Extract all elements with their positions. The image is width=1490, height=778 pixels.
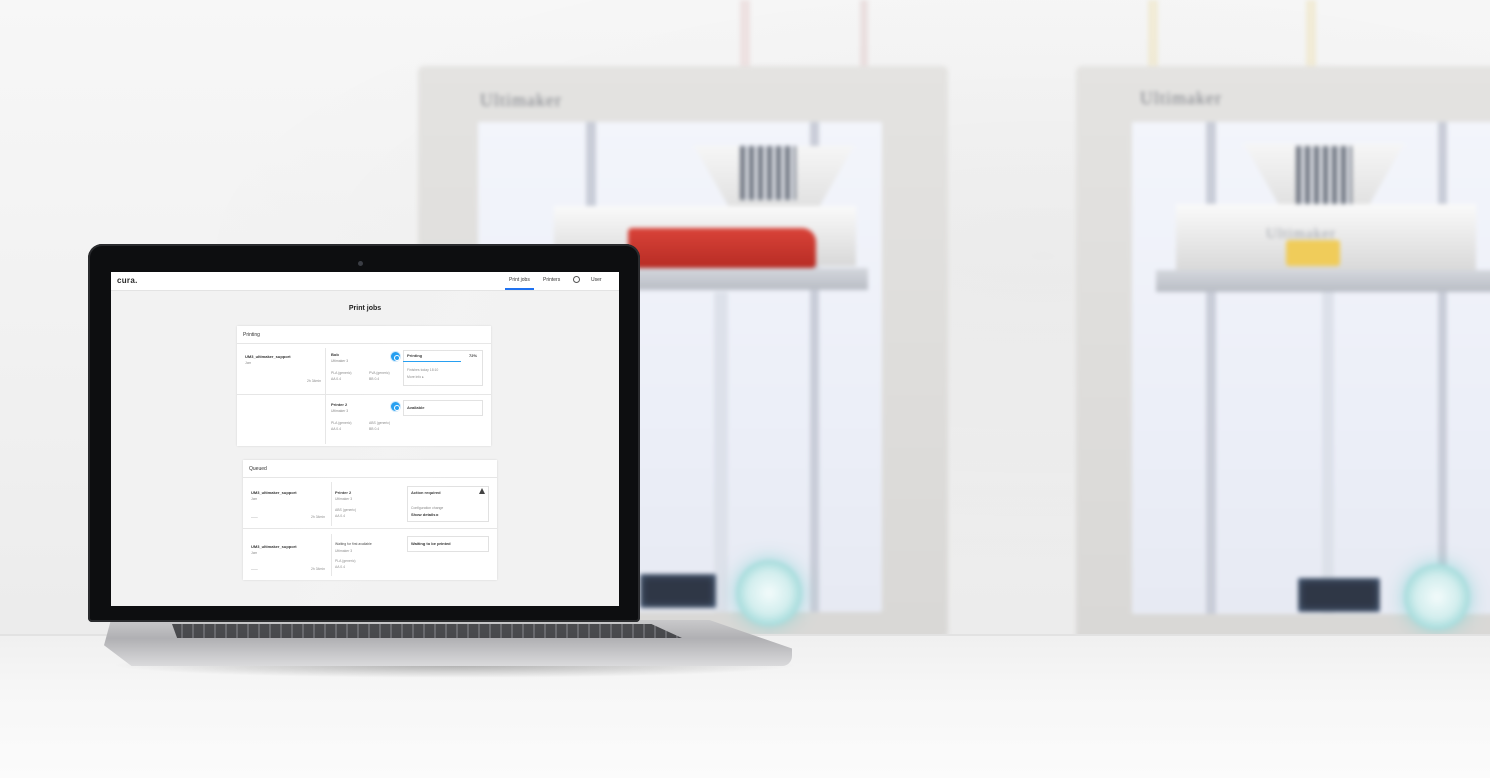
- divider: [331, 534, 332, 576]
- printer-brand-label: Ultimaker: [1140, 88, 1222, 108]
- filament-spool-left: [740, 0, 750, 70]
- core-material: PLA (generic): [335, 559, 356, 563]
- gear-icon[interactable]: [573, 276, 580, 283]
- printer-brand-label: Ultimaker: [480, 90, 562, 110]
- printer-camera-icon[interactable]: [391, 402, 400, 411]
- printing-card: Printing UM3_ultimaker_support Jcm 2h 34…: [237, 326, 491, 446]
- job-owner: Jcm: [251, 551, 258, 555]
- job-name[interactable]: UM3_ultimaker_support: [251, 544, 297, 549]
- filament-spool-right: [1148, 0, 1158, 70]
- progress-bar: [403, 361, 461, 362]
- printer-model: Ultimaker 3: [335, 549, 353, 553]
- job-owner: Jcm: [251, 497, 258, 501]
- printer-rail: [1206, 122, 1216, 614]
- printer-knob: [736, 560, 802, 626]
- queued-header: Queued: [249, 466, 267, 472]
- core-2-value: BB 0.4: [369, 377, 380, 381]
- core-1-material: PLA (generic): [331, 421, 352, 425]
- printer-display: [640, 574, 716, 608]
- job-name[interactable]: UM3_ultimaker_support: [245, 354, 291, 359]
- laptop-keyboard: [172, 624, 682, 638]
- photo-scene: Ultimaker Ultimaker Ultimaker cura. Prin…: [0, 0, 1490, 778]
- status-text: Printing: [407, 353, 423, 358]
- printer-knob: [1404, 564, 1470, 630]
- yellow-printed-object: [1286, 240, 1340, 266]
- printer-rail: [1438, 122, 1447, 614]
- core-1-material: PLA (generic): [331, 371, 352, 375]
- printer-name[interactable]: Printer 2: [335, 490, 351, 495]
- divider: [331, 482, 332, 526]
- tab-print-jobs[interactable]: Print jobs: [505, 277, 534, 290]
- printer-model: Ultimaker 3: [331, 359, 349, 363]
- print-bed: [1156, 270, 1490, 292]
- job-time: 2h 34min: [311, 515, 325, 519]
- warning-icon: [479, 488, 485, 494]
- job-dash: ——: [251, 515, 258, 519]
- divider: [243, 477, 497, 478]
- printer-model: Ultimaker 3: [331, 409, 349, 413]
- print-head-fins: [740, 146, 796, 200]
- printer-model: Ultimaker 3: [335, 497, 353, 501]
- divider: [237, 343, 491, 344]
- laptop-camera: [358, 261, 363, 266]
- job-time: 2h 34min: [311, 567, 325, 571]
- page-title: Print jobs: [348, 305, 382, 312]
- printer-rail: [714, 292, 728, 612]
- printer-name[interactable]: Printer 2: [331, 402, 347, 407]
- core-value: AA 0.4: [335, 514, 345, 518]
- core-value: AA 0.4: [335, 565, 345, 569]
- cura-logo: cura.: [117, 276, 138, 285]
- job-name[interactable]: UM3_ultimaker_support: [251, 490, 297, 495]
- core-1-value: AA 0.4: [331, 377, 341, 381]
- printing-header: Printing: [243, 332, 260, 338]
- divider: [237, 394, 491, 395]
- printer-display: [1298, 578, 1380, 612]
- progress-percent: 72%: [469, 353, 478, 358]
- finish-time: Finishes today 18:10: [407, 368, 439, 372]
- job-time: 2h 34min: [307, 379, 321, 383]
- core-2-material: PVA (generic): [369, 371, 390, 375]
- status-detail: Configuration change: [411, 506, 444, 510]
- status-text: Action required: [411, 490, 441, 495]
- app-topbar: cura. Print jobs Printers User: [111, 272, 619, 291]
- status-text: Available: [407, 405, 425, 410]
- more-info-link[interactable]: More info ▸: [407, 375, 424, 379]
- job-dash: ——: [251, 567, 258, 571]
- core-2-value: BB 0.4: [369, 427, 380, 431]
- printer-name[interactable]: Bob: [331, 352, 339, 357]
- printer-rail: [1322, 292, 1334, 614]
- tab-printers[interactable]: Printers: [543, 277, 560, 283]
- filament-spool-right-2: [1306, 0, 1316, 70]
- core-material: ABS (generic): [335, 508, 357, 512]
- queued-card: Queued UM3_ultimaker_support Jcm —— 2h 3…: [243, 460, 497, 580]
- laptop-screen: cura. Print jobs Printers User Print job…: [111, 272, 619, 606]
- red-printed-object: [628, 228, 816, 268]
- divider: [243, 528, 497, 529]
- divider: [325, 348, 326, 444]
- user-menu[interactable]: User: [591, 277, 602, 283]
- printer-right: Ultimaker Ultimaker: [1076, 0, 1490, 642]
- filament-spool-left-2: [860, 0, 868, 70]
- core-2-material: ABS (generic): [369, 421, 391, 425]
- printer-camera-icon[interactable]: [391, 352, 400, 361]
- print-head-fins: [1296, 146, 1352, 204]
- core-1-value: AA 0.4: [331, 427, 341, 431]
- status-text: Waiting to be printed: [411, 541, 451, 546]
- show-details-link[interactable]: Show details ▸: [411, 512, 439, 517]
- job-owner: Jcm: [245, 361, 252, 365]
- printer-assignment: Waiting for first available: [335, 542, 372, 546]
